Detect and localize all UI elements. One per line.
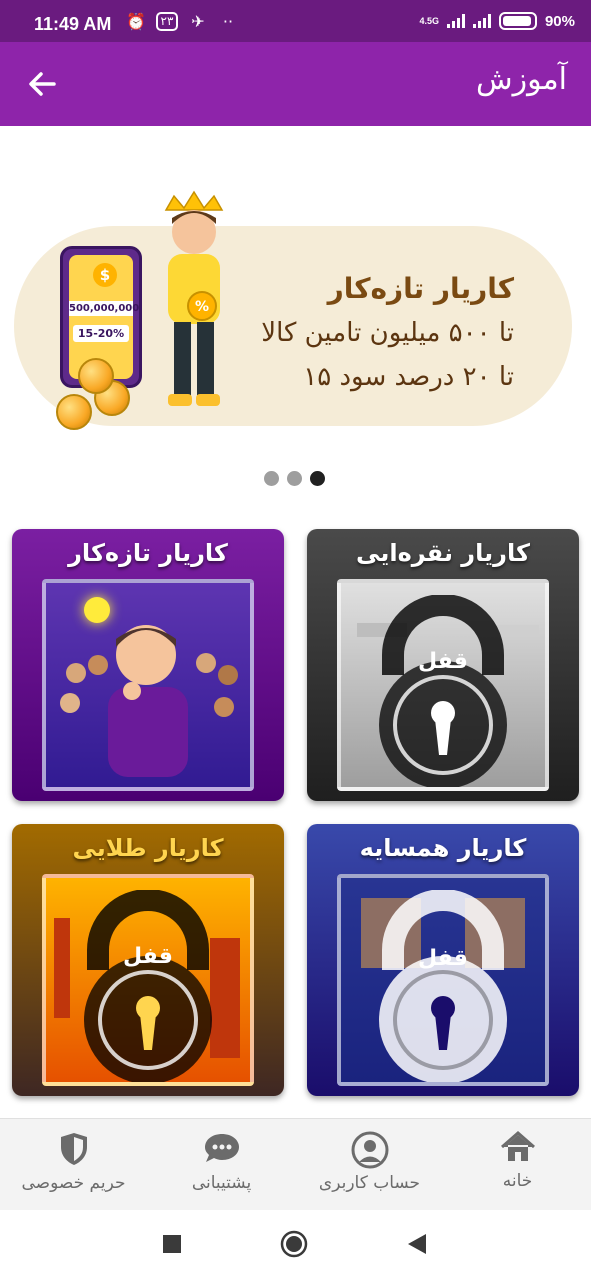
calendar-badge: ۲۳: [156, 12, 178, 31]
carousel-dot[interactable]: [287, 471, 302, 486]
status-notification-icons: ⏰ ۲۳ ✈ ··: [126, 12, 238, 31]
lock-icon: [379, 595, 507, 787]
phone-amount: 500,000,000: [69, 301, 140, 316]
app-bar: آموزش: [0, 42, 591, 126]
network-label: 4.5G: [419, 16, 439, 26]
system-navigation-bar: [0, 1210, 591, 1280]
nav-item-home[interactable]: خانه: [444, 1119, 591, 1211]
nav-item-privacy[interactable]: حریم خصوصی: [0, 1119, 147, 1211]
triangle-back-icon: [408, 1234, 426, 1254]
alarm-icon: ⏰: [126, 12, 146, 31]
dollar-coin-icon: $: [93, 263, 117, 287]
carousel-dot-active[interactable]: [310, 471, 325, 486]
arrow-left-icon: [29, 72, 56, 96]
banner-profit: ۱۵ تا ۲۰ درصد سود: [303, 362, 514, 392]
mascot-illustration: %: [164, 190, 224, 406]
back-button[interactable]: [22, 64, 62, 104]
bottom-navigation: خانه حساب کاربری پشتیبانی حریم خصوصی: [0, 1118, 591, 1210]
more-notifications-icon: ··: [222, 12, 234, 31]
coin-icon: [56, 394, 92, 430]
status-bar: 11:49 AM ⏰ ۲۳ ✈ ·· 4.5G 90%: [0, 0, 591, 42]
carousel-dot[interactable]: [264, 471, 279, 486]
lock-label: قفل: [123, 944, 173, 969]
card-title: کاریار طلایی: [72, 834, 224, 862]
card-beginner[interactable]: کاریار تازه‌کار: [12, 529, 284, 801]
nav-label: پشتیبانی: [191, 1173, 252, 1193]
banner-subtitle: تا ۵۰۰ میلیون تامین کالا: [261, 318, 514, 348]
lock-icon: [379, 890, 507, 1082]
battery-icon: [498, 12, 537, 30]
carousel-indicator: [264, 471, 325, 486]
nav-label: حساب کاربری: [318, 1173, 421, 1193]
card-title: کاریار نقره‌ایی: [356, 539, 530, 567]
banner-title: کاریار تازه‌کار: [327, 272, 514, 305]
nav-label: خانه: [502, 1171, 533, 1191]
status-time: 11:49 AM: [34, 14, 112, 34]
home-icon: [500, 1131, 535, 1161]
card-title: کاریار تازه‌کار: [68, 539, 228, 567]
account-icon: [351, 1131, 388, 1169]
coin-icon: [78, 358, 114, 394]
signal-icon-2: [472, 14, 491, 28]
card-image: [42, 579, 254, 791]
lock-label: قفل: [418, 649, 468, 674]
signal-icon: [446, 14, 465, 28]
card-neighbor[interactable]: کاریار همسایه قفل: [307, 824, 579, 1096]
promo-banner[interactable]: $ 500,000,000 15-20% % کاریار تازه‌کار ت…: [14, 188, 574, 438]
status-right: 4.5G 90%: [419, 12, 575, 30]
recents-button[interactable]: [162, 1234, 182, 1258]
square-icon: [163, 1235, 181, 1253]
nav-item-support[interactable]: پشتیبانی: [148, 1119, 295, 1211]
thinking-man-illustration: [60, 625, 238, 777]
nav-item-account[interactable]: حساب کاربری: [296, 1119, 443, 1211]
back-system-button[interactable]: [406, 1232, 428, 1260]
page-title: آموزش: [475, 62, 567, 97]
card-gold[interactable]: کاریار طلایی قفل: [12, 824, 284, 1096]
card-image: قفل: [337, 874, 549, 1086]
battery-percent: 90%: [544, 12, 575, 30]
card-image: قفل: [337, 579, 549, 791]
card-image: قفل: [42, 874, 254, 1086]
home-system-button[interactable]: [280, 1230, 308, 1262]
phone-range: 15-20%: [73, 325, 129, 342]
card-title: کاریار همسایه: [359, 834, 527, 862]
nav-label: حریم خصوصی: [21, 1173, 126, 1193]
circle-icon: [280, 1230, 308, 1258]
chat-icon: [204, 1134, 239, 1162]
svg-text:%: %: [195, 299, 209, 315]
card-silver[interactable]: کاریار نقره‌ایی قفل: [307, 529, 579, 801]
lock-label: قفل: [418, 946, 468, 971]
shield-icon: [60, 1133, 87, 1165]
telegram-icon: ✈: [191, 12, 205, 31]
lock-icon: [84, 890, 212, 1082]
